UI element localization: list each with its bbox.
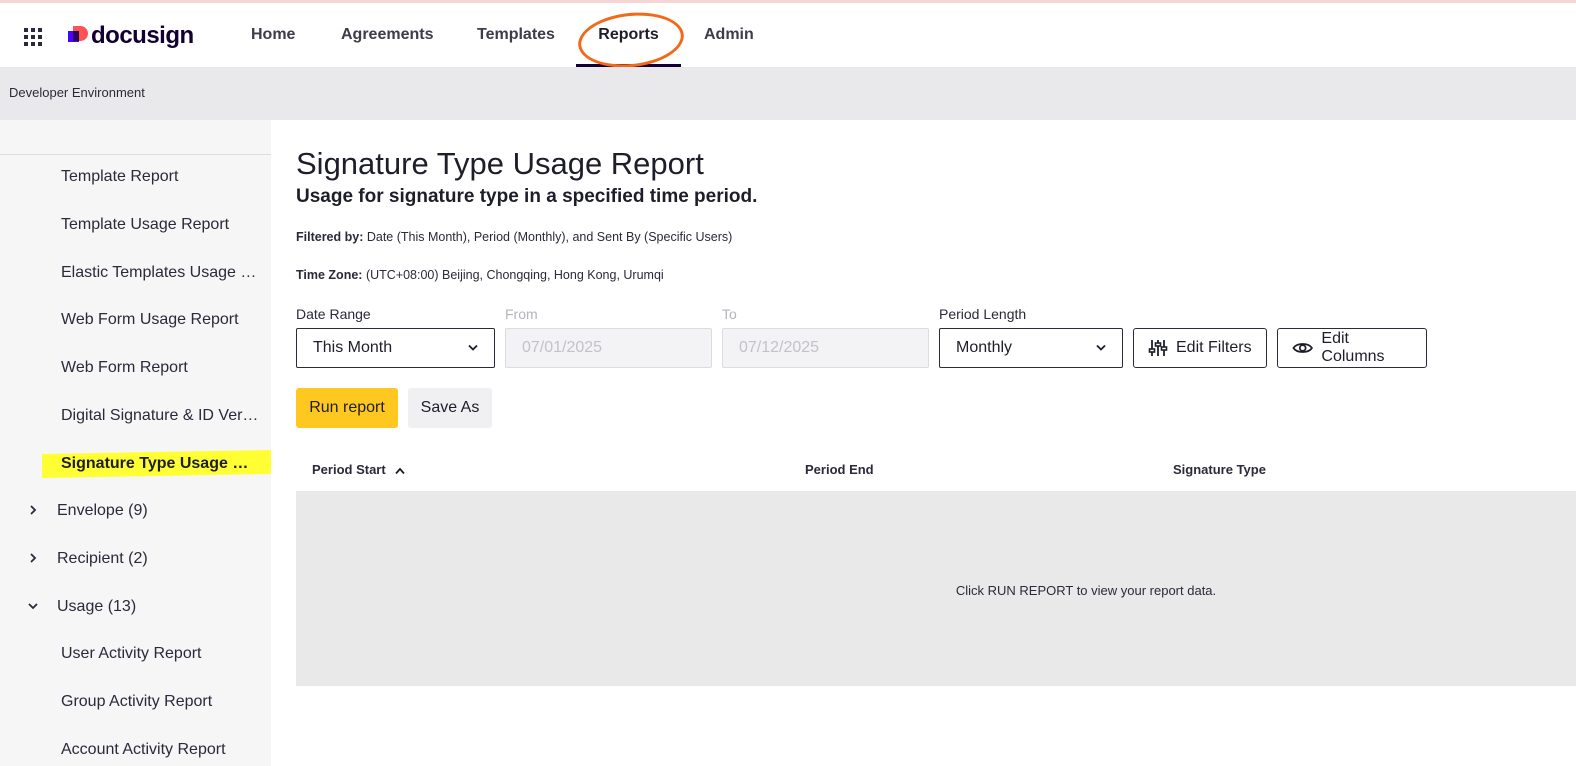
sidebar-item-group-activity-report[interactable]: Group Activity Report xyxy=(0,682,271,722)
period-length-value: Monthly xyxy=(956,339,1013,356)
empty-state-message: Click RUN REPORT to view your report dat… xyxy=(955,583,1217,598)
edit-filters-label: Edit Filters xyxy=(1176,339,1252,356)
chevron-right-icon xyxy=(30,553,37,563)
docusign-logo[interactable]: docusign xyxy=(68,21,194,51)
date-range-label: Date Range xyxy=(296,306,371,322)
period-length-label: Period Length xyxy=(939,306,1027,322)
sidebar-item-label: Web Form Report xyxy=(61,359,188,376)
edit-columns-button[interactable]: Edit Columns xyxy=(1277,328,1427,368)
date-range-select[interactable]: This Month xyxy=(296,328,495,368)
sidebar-item-label: Group Activity Report xyxy=(61,693,213,710)
sidebar-item-label: Signature Type Usage Re... xyxy=(61,455,259,472)
sidebar-item-digital-signature-id[interactable]: Digital Signature & ID Veri... xyxy=(0,396,271,436)
top-header: docusign Home Agreements Templates Repor… xyxy=(0,3,1576,73)
edit-filters-button[interactable]: Edit Filters xyxy=(1133,328,1267,368)
filter-sliders-icon xyxy=(1148,340,1168,356)
column-header-signature-type[interactable]: Signature Type xyxy=(1173,462,1266,477)
sidebar-group-envelope[interactable]: Envelope (9) xyxy=(0,491,271,531)
period-length-select[interactable]: Monthly xyxy=(939,328,1123,368)
column-header-label: Period Start xyxy=(312,462,386,477)
sidebar-item-label: Template Report xyxy=(61,168,179,185)
sidebar-item-label: Elastic Templates Usage R... xyxy=(61,264,259,281)
edit-columns-label: Edit Columns xyxy=(1321,330,1385,365)
chevron-right-icon xyxy=(30,505,37,515)
sidebar-group-label: Recipient (2) xyxy=(57,550,148,567)
sidebar-divider xyxy=(0,154,271,155)
chevron-down-icon xyxy=(1096,344,1106,351)
sidebar-item-user-activity-report[interactable]: User Activity Report xyxy=(0,634,271,674)
from-date-input: 07/01/2025 xyxy=(505,328,712,368)
chevron-down-icon xyxy=(28,603,38,610)
logo-text: docusign xyxy=(91,22,194,49)
sidebar-item-label: Digital Signature & ID Veri... xyxy=(61,407,259,424)
date-range-value: This Month xyxy=(313,339,393,356)
sidebar-group-label: Envelope (9) xyxy=(57,502,148,519)
sidebar-item-label: Web Form Usage Report xyxy=(61,311,239,328)
sidebar-group-recipient[interactable]: Recipient (2) xyxy=(0,539,271,579)
sidebar-item-web-form-usage-report[interactable]: Web Form Usage Report xyxy=(0,300,271,340)
page-subtitle: Usage for signature type in a specified … xyxy=(296,186,758,207)
filtered-by-value: Date (This Month), Period (Monthly), and… xyxy=(366,230,733,244)
eye-icon xyxy=(1292,343,1313,353)
chevron-down-icon xyxy=(468,344,478,351)
sidebar-item-template-usage-report[interactable]: Template Usage Report xyxy=(0,205,271,245)
filtered-by-label: Filtered by: xyxy=(296,230,364,244)
sidebar-item-template-report[interactable]: Template Report xyxy=(0,157,271,197)
nav-agreements[interactable]: Agreements xyxy=(341,3,433,67)
report-main: Signature Type Usage Report Usage for si… xyxy=(271,120,1576,766)
docusign-logo-icon xyxy=(68,26,88,46)
sidebar-item-elastic-templates-usage[interactable]: Elastic Templates Usage R... xyxy=(0,253,271,293)
to-label: To xyxy=(722,306,737,322)
column-header-period-end[interactable]: Period End xyxy=(805,462,874,477)
app-launcher-icon[interactable] xyxy=(24,28,42,46)
environment-bar: Developer Environment xyxy=(0,67,1576,120)
sidebar-group-usage[interactable]: Usage (13) xyxy=(0,587,271,627)
sidebar-item-label: User Activity Report xyxy=(61,645,202,662)
filtered-by-text: Filtered by: Date (This Month), Period (… xyxy=(296,230,732,244)
table-body-empty: Click RUN REPORT to view your report dat… xyxy=(296,491,1576,686)
from-label: From xyxy=(505,306,538,322)
timezone-value: (UTC+08:00) Beijing, Chongqing, Hong Kon… xyxy=(365,268,664,282)
sidebar-item-account-activity-report[interactable]: Account Activity Report xyxy=(0,730,271,766)
nav-templates[interactable]: Templates xyxy=(477,3,555,67)
column-header-period-start[interactable]: Period Start xyxy=(312,462,405,477)
save-as-button[interactable]: Save As xyxy=(408,388,492,428)
timezone-label: Time Zone: xyxy=(296,268,363,282)
sidebar-item-label: Account Activity Report xyxy=(61,741,226,758)
to-date-input: 07/12/2025 xyxy=(722,328,929,368)
sidebar-group-label: Usage (13) xyxy=(57,598,137,615)
run-report-button[interactable]: Run report xyxy=(296,388,398,428)
sidebar: Template Report Template Usage Report El… xyxy=(0,120,271,766)
sidebar-item-web-form-report[interactable]: Web Form Report xyxy=(0,348,271,388)
nav-reports[interactable]: Reports xyxy=(576,3,681,67)
nav-home[interactable]: Home xyxy=(251,3,295,67)
environment-label: Developer Environment xyxy=(9,85,145,100)
timezone-text: Time Zone: (UTC+08:00) Beijing, Chongqin… xyxy=(296,268,664,282)
nav-admin[interactable]: Admin xyxy=(704,3,754,67)
sidebar-item-label: Template Usage Report xyxy=(61,216,230,233)
sort-ascending-icon xyxy=(395,467,405,474)
sidebar-item-signature-type-usage[interactable]: Signature Type Usage Re... xyxy=(0,444,271,484)
page-title: Signature Type Usage Report xyxy=(296,146,704,181)
